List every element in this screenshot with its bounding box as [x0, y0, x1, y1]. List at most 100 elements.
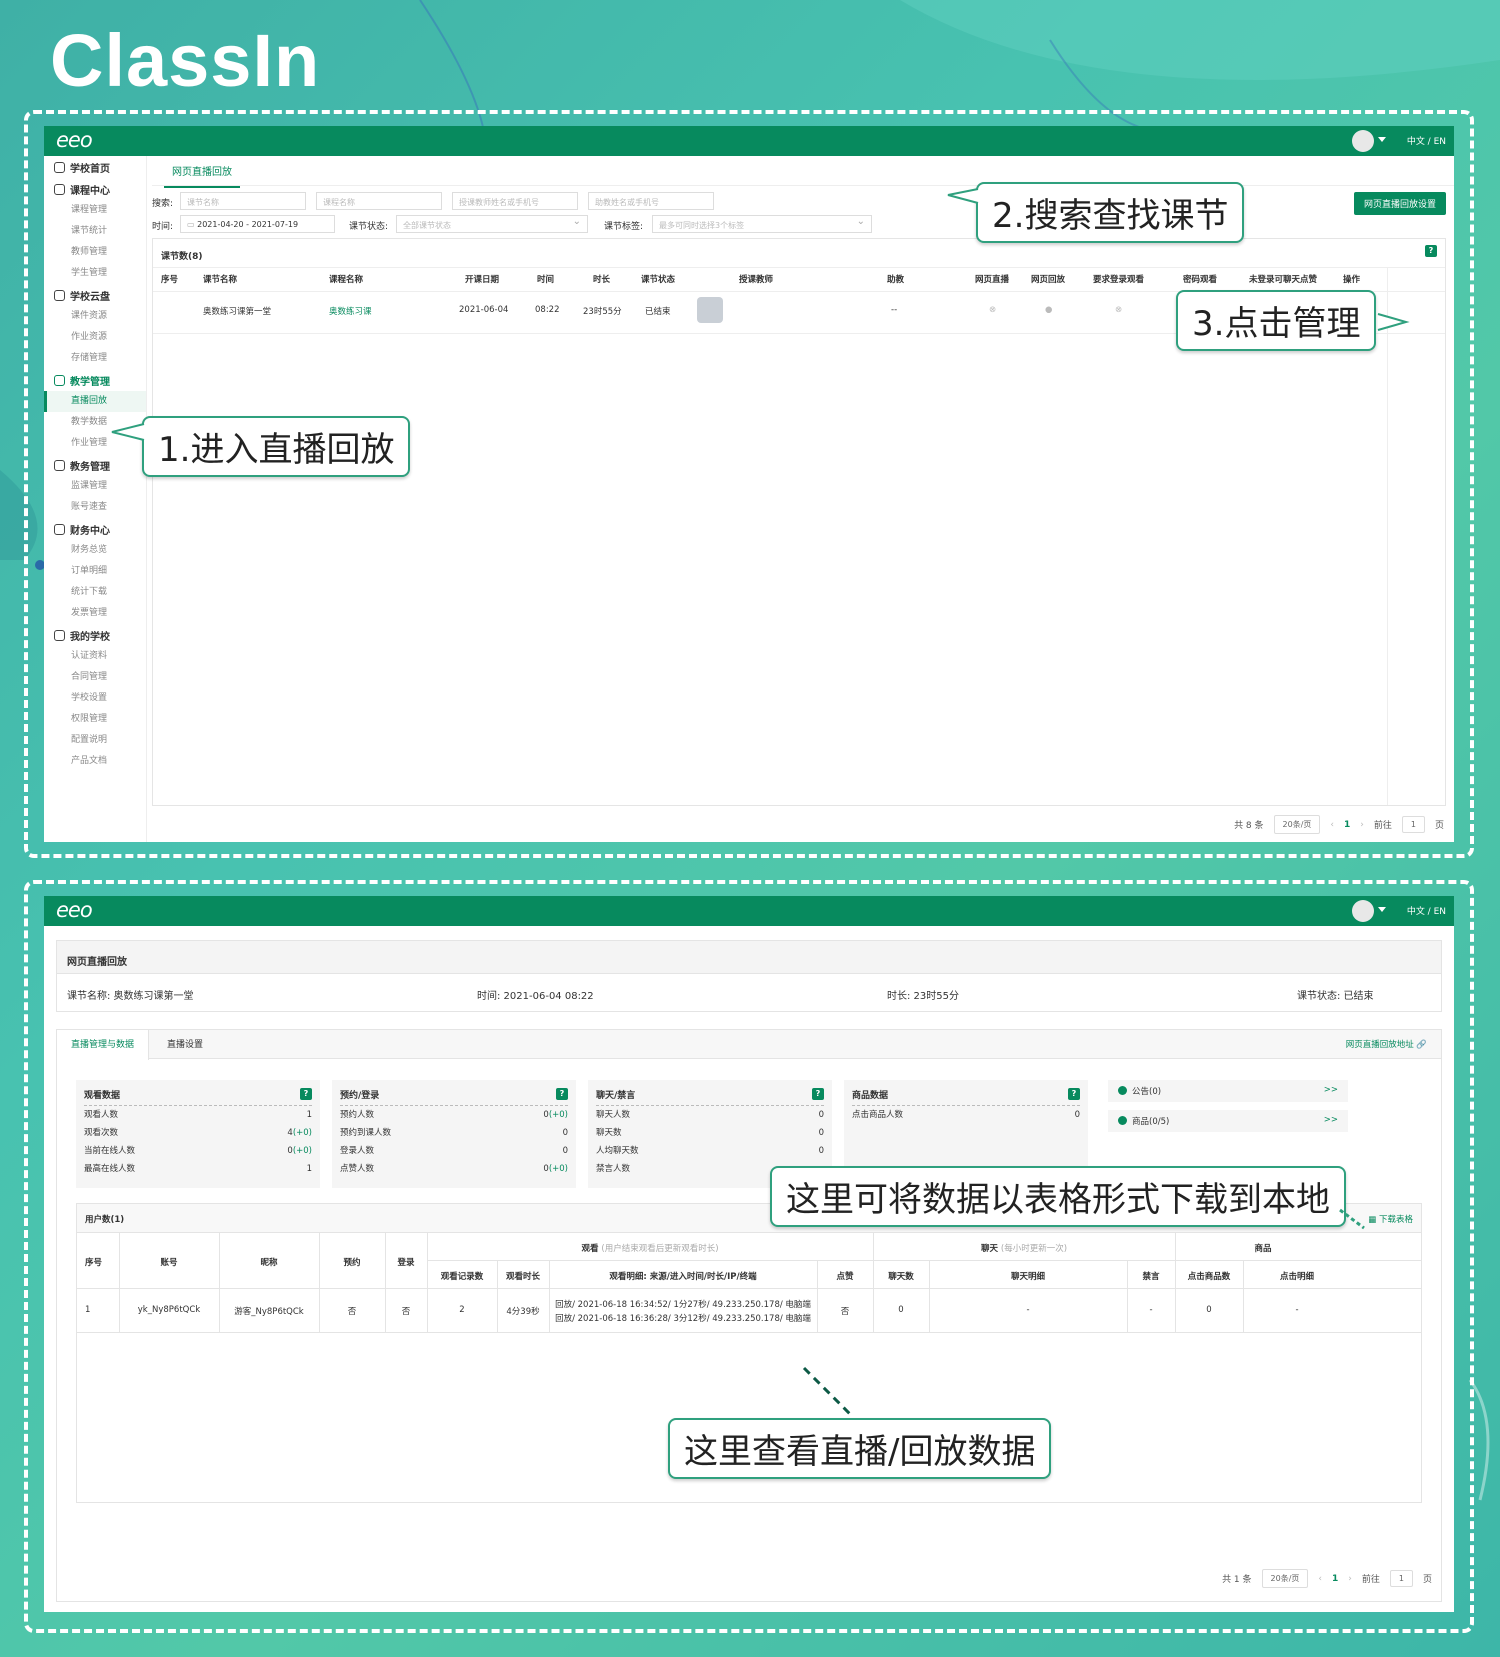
per-page-select[interactable]: 20条/页 [1261, 1569, 1309, 1588]
sidebar-group-0[interactable]: 学校首页 [44, 156, 146, 178]
course-name-input[interactable]: 课程名称 [316, 192, 442, 210]
prev-page-icon[interactable]: ‹ [1330, 820, 1334, 830]
sidebar-item-6-0[interactable]: 认证资料 [44, 646, 146, 667]
tab-live-data[interactable]: 直播管理与数据 [57, 1030, 150, 1060]
sidebar-item-3-1[interactable]: 教学数据 [44, 412, 146, 433]
sidebar-item-1-0[interactable]: 课程管理 [44, 200, 146, 221]
chevron-down-icon[interactable] [1378, 907, 1386, 912]
chevron-down-icon[interactable] [1378, 137, 1386, 142]
help-icon[interactable]: ? [300, 1088, 312, 1100]
replay-url-link[interactable]: 网页直播回放地址 🔗 [1332, 1030, 1441, 1060]
language-switch[interactable]: 中文 / EN [1407, 134, 1446, 147]
eeo-logo: eeo [56, 898, 93, 922]
stat-row: 当前在线人数 0(+0) [84, 1142, 312, 1160]
sidebar-item-1-2[interactable]: 教师管理 [44, 242, 146, 263]
stat-label: 人均聊天数 [596, 1146, 639, 1156]
next-page-icon[interactable]: › [1360, 820, 1364, 830]
sidebar-item-2-0[interactable]: 课件资源 [44, 306, 146, 327]
user-avatar[interactable] [1352, 900, 1374, 922]
sidebar-group-4[interactable]: 教务管理 [44, 454, 146, 476]
user-column-2: 昵称 [260, 1258, 278, 1268]
stat-row: 预约人数 0(+0) [340, 1106, 568, 1124]
user-avatar[interactable] [1352, 130, 1374, 152]
teacher-input[interactable]: 授课教师姓名或手机号 [452, 192, 578, 210]
tab-web-replay[interactable]: 网页直播回放 [164, 163, 240, 188]
user-column-11: 禁言 [1142, 1272, 1160, 1282]
goods-label: 商品(0/5) [1132, 1117, 1170, 1127]
stat-title-text: 聊天/禁言 [596, 1091, 636, 1101]
sidebar-item-3-2[interactable]: 作业管理 [44, 433, 146, 454]
goods-icon [1118, 1116, 1127, 1125]
sidebar-item-4-0[interactable]: 监课管理 [44, 476, 146, 497]
column-header-8: 助教 [887, 275, 905, 285]
column-header-13: 未登录可聊天点赞 [1249, 275, 1318, 285]
sidebar-item-6-5[interactable]: 产品文档 [44, 751, 146, 772]
stat-row: 人均聊天数 0 [596, 1142, 824, 1160]
column-header-14: 操作 [1343, 275, 1361, 285]
panel-lesson-list: eeo 中文 / EN 学校首页 课程中心 课程管理 课节统计 教师管理 学生管理 学校云盘… [24, 110, 1474, 858]
lesson-name-input[interactable]: 课节名称 [180, 192, 306, 210]
sidebar-item-4-1[interactable]: 账号速查 [44, 497, 146, 518]
stat-label: 预约到课人数 [340, 1128, 392, 1138]
user-column-8: 点赞 [836, 1272, 854, 1282]
stat-row: 登录人数 0 [340, 1142, 568, 1160]
stat-label: 预约人数 [340, 1110, 375, 1120]
stat-title: 预约/登录? [340, 1088, 568, 1106]
sidebar-item-3-0[interactable]: 直播回放 [44, 391, 146, 412]
goto-page-input[interactable]: 1 [1401, 816, 1425, 833]
column-header-4: 时间 [537, 275, 555, 285]
user-column-3: 预约 [343, 1258, 361, 1268]
help-icon[interactable]: ? [1425, 245, 1437, 257]
sidebar-group-2[interactable]: 学校云盘 [44, 284, 146, 306]
sidebar-item-2-1[interactable]: 作业资源 [44, 327, 146, 348]
language-switch[interactable]: 中文 / EN [1407, 904, 1446, 917]
current-page[interactable]: 1 [1344, 820, 1350, 830]
per-page-select[interactable]: 20条/页 [1273, 815, 1321, 834]
goto-page-input[interactable]: 1 [1389, 1570, 1413, 1587]
stat-label: 观看人数 [84, 1110, 119, 1120]
goods-item[interactable]: 商品(0/5) >> [1108, 1110, 1348, 1132]
sidebar-group-5[interactable]: 财务中心 [44, 518, 146, 540]
sidebar-item-6-2[interactable]: 学校设置 [44, 688, 146, 709]
sidebar-item-5-3[interactable]: 发票管理 [44, 603, 146, 624]
sidebar-item-1-1[interactable]: 课节统计 [44, 221, 146, 242]
sidebar-group-6[interactable]: 我的学校 [44, 624, 146, 646]
stat-number: 1 [306, 1110, 312, 1120]
tag-select[interactable]: 最多可同时选择3个标签 [652, 215, 872, 233]
next-page-icon[interactable]: › [1348, 1574, 1352, 1584]
current-page[interactable]: 1 [1332, 1574, 1338, 1584]
sidebar-item-6-4[interactable]: 配置说明 [44, 730, 146, 751]
sidebar-item-5-0[interactable]: 财务总览 [44, 540, 146, 561]
sidebar-group-1[interactable]: 课程中心 [44, 178, 146, 200]
help-icon[interactable]: ? [556, 1088, 568, 1100]
sidebar-item-5-1[interactable]: 订单明细 [44, 561, 146, 582]
time-label: 时间: [152, 222, 174, 232]
chevron-right-icon[interactable]: >> [1324, 1085, 1338, 1095]
sidebar-item-2-2[interactable]: 存储管理 [44, 348, 146, 369]
sidebar-item-6-3[interactable]: 权限管理 [44, 709, 146, 730]
stat-number: 0 [1074, 1110, 1080, 1120]
stat-title: 观看数据? [84, 1088, 312, 1106]
lesson-info-row: 课节名称: 奥数练习课第一堂 时间: 2021-06-04 08:22 时长: … [56, 974, 1442, 1012]
course-link[interactable]: 奥数练习课 [329, 305, 372, 317]
tab-bar: 网页直播回放 [152, 156, 1454, 188]
notice-item[interactable]: 公告(0) >> [1108, 1080, 1348, 1102]
assistant-input[interactable]: 助教姓名或手机号 [588, 192, 714, 210]
prev-page-icon[interactable]: ‹ [1318, 1574, 1322, 1584]
sidebar-item-5-2[interactable]: 统计下载 [44, 582, 146, 603]
group-chat-note: (每小时更新一次) [1000, 1244, 1068, 1254]
tab-live-settings[interactable]: 直播设置 [153, 1030, 217, 1060]
download-table-button[interactable]: ▦ 下载表格 [1368, 1213, 1413, 1225]
sidebar-group-3[interactable]: 教学管理 [44, 369, 146, 391]
date-range-picker[interactable]: ▭ 2021-04-20 - 2021-07-19 [180, 215, 335, 233]
stat-title-text: 预约/登录 [340, 1091, 380, 1101]
help-icon[interactable]: ? [1068, 1088, 1080, 1100]
sidebar-item-1-3[interactable]: 学生管理 [44, 263, 146, 284]
chevron-right-icon[interactable]: >> [1324, 1115, 1338, 1125]
sidebar-item-6-1[interactable]: 合同管理 [44, 667, 146, 688]
stat-title-text: 商品数据 [852, 1091, 889, 1101]
help-icon[interactable]: ? [812, 1088, 824, 1100]
replay-detail-content: 网页直播回放 课节名称: 奥数练习课第一堂 时间: 2021-06-04 08:… [56, 940, 1442, 1602]
replay-settings-button[interactable]: 网页直播回放设置 [1353, 192, 1446, 215]
status-select[interactable]: 全部课节状态 [396, 215, 588, 233]
